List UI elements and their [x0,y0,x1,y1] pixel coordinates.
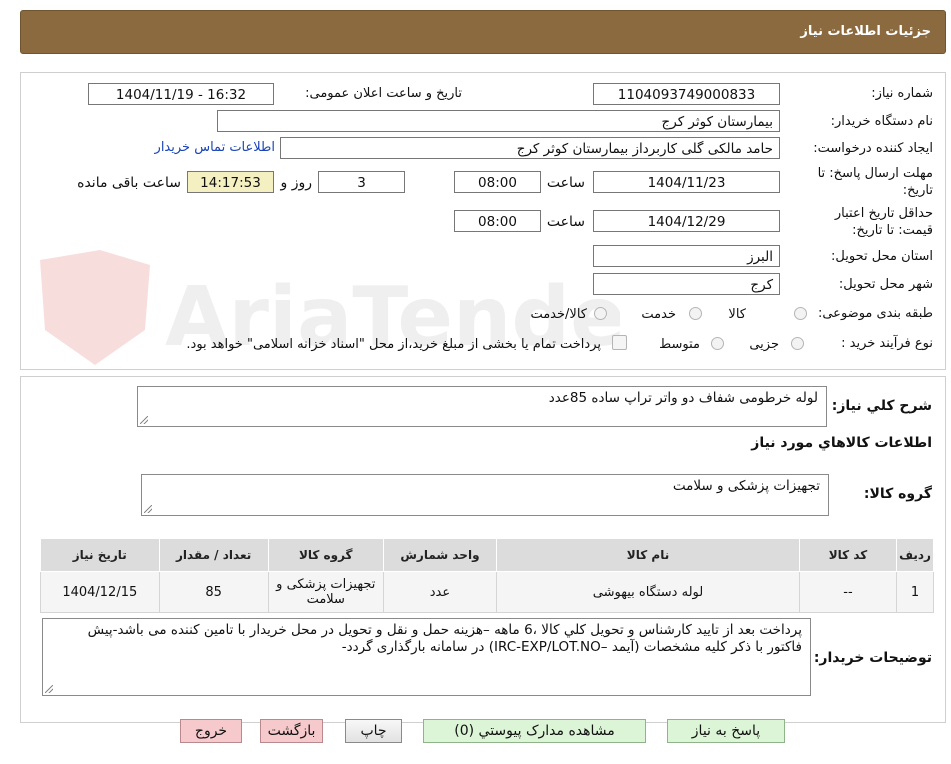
category-label: طبقه بندی موضوعی: [817,306,933,321]
category-radio-service[interactable] [689,307,702,320]
category-radio-goods[interactable] [794,307,807,320]
cell-unit: عدد [382,571,498,613]
need-number-field: 1104093749000833 [593,83,780,105]
cell-row-number: 1 [896,571,934,613]
creator-label: ایجاد کننده درخواست: [813,141,933,156]
deadline-date-field: 1404/11/23 [593,171,780,193]
cell-item-code: -- [798,571,898,613]
cell-need-date: 1404/12/15 [40,571,160,613]
resize-grip-icon[interactable] [144,505,152,513]
col-item-group: گروه کالا [267,538,384,572]
col-need-date: تاريخ نياز [40,538,160,572]
treasury-checkbox[interactable] [612,335,627,350]
page-header: جزئیات اطلاعات نیاز [20,10,946,54]
need-number-label: شماره نیاز: [871,86,933,101]
buyer-notes-text: پرداخت بعد از تایید کارشناس و تحویل کلي … [87,622,802,655]
buyer-notes-label: توضيحات خريدار: [813,650,932,666]
watermark-shield-icon [40,250,150,365]
col-quantity: تعداد / مقدار [158,538,269,572]
summary-label: شرح کلي نياز: [831,398,932,414]
announce-date-label: تاریخ و ساعت اعلان عمومی: [305,86,462,101]
col-item-code: کد کالا [798,538,898,572]
goods-group-text: تجهیزات پزشکی و سلامت [672,478,820,494]
category-radio-goods-service[interactable] [594,307,607,320]
summary-text: لوله خرطومی شفاف دو واتر تراپ ساده 85عدد [548,390,818,406]
buyer-name-field: بیمارستان کوثر کرج [217,110,780,132]
category-option-goods: کالا [728,307,746,322]
validity-label-line2: قیمت: تا تاریخ: [852,223,933,238]
days-label: روز و [280,175,313,191]
treasury-note: پرداخت تمام یا بخشی از مبلغ خرید،از محل … [186,337,601,352]
process-radio-minor[interactable] [791,337,804,350]
reply-button[interactable]: پاسخ به نياز [667,719,785,743]
resize-grip-icon[interactable] [140,416,148,424]
cell-item-group: تجهیزات پزشکی و سلامت [267,571,384,613]
goods-group-label: گروه کالا: [863,486,932,502]
table-row: 1 -- لوله دستگاه بیهوشی عدد تجهیزات پزشک… [40,571,934,613]
province-label: استان محل تحویل: [831,249,933,264]
items-section-title: اطلاعات کالاهاي مورد نياز [751,435,932,451]
deadline-time-label: ساعت [546,175,585,191]
deadline-label-line2: تاریخ: [902,183,933,198]
remaining-days-field: 3 [318,171,405,193]
page-title: جزئیات اطلاعات نیاز [800,24,931,39]
announce-date-field: 1404/11/19 - 16:32 [88,83,274,105]
validity-time-field: 08:00 [454,210,541,232]
process-option-minor: جزیی [749,337,779,352]
goods-group-textarea[interactable]: تجهیزات پزشکی و سلامت [141,474,829,516]
col-row-number: رديف [896,538,934,572]
resize-grip-icon[interactable] [45,685,53,693]
deadline-time-field: 08:00 [454,171,541,193]
deadline-label-line1: مهلت ارسال پاسخ: تا [817,166,933,181]
process-label: نوع فرآیند خرید : [841,336,933,351]
cell-item-name: لوله دستگاه بیهوشی [496,571,800,613]
exit-button[interactable]: خروج [180,719,242,743]
process-option-medium: متوسط [659,337,700,352]
remaining-time-label: ساعت باقی مانده [77,175,181,191]
cell-quantity: 85 [158,571,269,613]
category-option-service: خدمت [641,307,676,322]
buyer-contact-link[interactable]: اطلاعات تماس خریدار [155,140,275,155]
view-attachments-button[interactable]: مشاهده مدارک پيوستي (0) [423,719,646,743]
validity-date-field: 1404/12/29 [593,210,780,232]
col-unit: واحد شمارش [382,538,498,572]
city-field: کرج [593,273,780,295]
city-label: شهر محل تحویل: [838,277,933,292]
process-radio-medium[interactable] [711,337,724,350]
back-button[interactable]: بازگشت [260,719,323,743]
print-button[interactable]: چاپ [345,719,402,743]
validity-time-label: ساعت [546,214,585,230]
summary-textarea[interactable]: لوله خرطومی شفاف دو واتر تراپ ساده 85عدد [137,386,827,427]
items-table: رديف کد کالا نام کالا واحد شمارش گروه کا… [40,538,934,613]
col-item-name: نام کالا [496,538,800,572]
remaining-time-field: 14:17:53 [187,171,274,193]
buyer-name-label: نام دستگاه خریدار: [830,114,933,129]
validity-label-line1: حداقل تاریخ اعتبار [834,206,933,221]
buyer-notes-textarea[interactable]: پرداخت بعد از تایید کارشناس و تحویل کلي … [42,618,811,696]
creator-field: حامد مالکی گلی کاربرداز بیمارستان کوثر ک… [280,137,780,159]
category-option-goods-service: کالا/خدمت [530,307,587,322]
table-header-row: رديف کد کالا نام کالا واحد شمارش گروه کا… [40,538,934,572]
province-field: البرز [593,245,780,267]
